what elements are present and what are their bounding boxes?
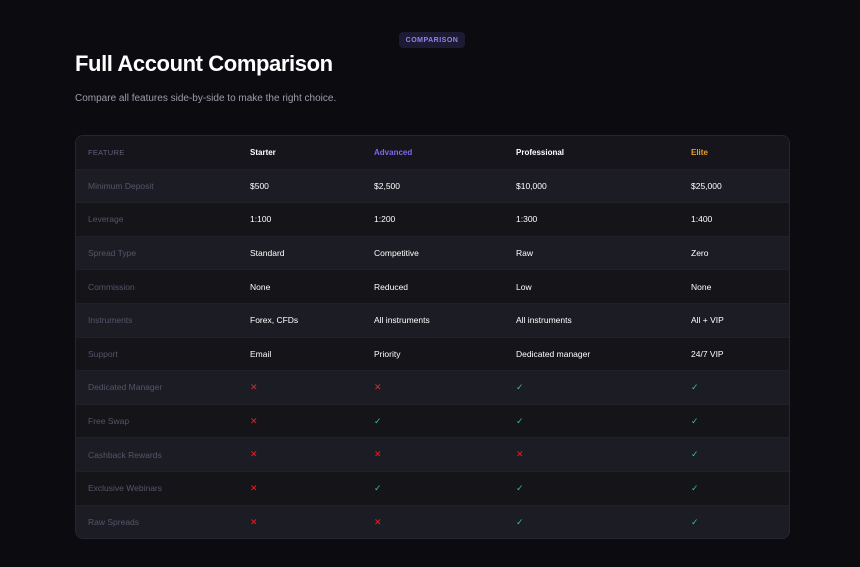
feature-label: Support <box>88 348 118 359</box>
cross-icon: ✕ <box>250 415 258 426</box>
table-row: Spread Type Standard Competitive Raw Zero <box>76 236 789 271</box>
table-row: Exclusive Webinars ✕ ✓ ✓ ✓ <box>76 472 789 506</box>
value-cell: Email <box>250 348 272 359</box>
page-title: Full Account Comparison <box>75 51 333 76</box>
value-cell: ✓ <box>374 483 516 494</box>
value-cell: ✓ <box>691 416 789 427</box>
header-elite: Elite <box>691 147 708 157</box>
value-cell: ✕ <box>250 517 374 528</box>
value-cell: Low <box>516 281 532 292</box>
check-icon: ✓ <box>691 482 699 493</box>
header-professional: Professional <box>516 147 565 157</box>
feature-label: Free Swap <box>88 416 130 427</box>
check-icon: ✓ <box>691 381 699 392</box>
value-cell: ✓ <box>516 517 691 528</box>
header-feature: FEATURE <box>88 147 125 157</box>
check-icon: ✓ <box>691 415 699 426</box>
comparison-table: FEATURE Starter Advanced Professional El… <box>75 135 790 539</box>
value-cell: Standard <box>250 248 285 259</box>
page-subtitle: Compare all features side-by-side to mak… <box>75 93 337 104</box>
table-row: Free Swap ✕ ✓ ✓ ✓ <box>76 405 789 439</box>
value-cell: ✓ <box>691 382 789 393</box>
cross-icon: ✕ <box>374 449 382 460</box>
table-row: Support Email Priority Dedicated manager 24/… <box>76 338 789 372</box>
value-cell: ✕ <box>250 449 374 460</box>
table-header-row: FEATURE Starter Advanced Professional El… <box>76 136 789 170</box>
table-body: Minimum Deposit $500 $2,500 $10,000 $25,000 L… <box>76 169 789 538</box>
table-row: Commission None Reduced Low None <box>76 270 789 304</box>
value-cell: 1:400 <box>691 214 713 225</box>
table-row: Minimum Deposit $500 $2,500 $10,000 $25,000 <box>76 169 789 204</box>
value-cell: Dedicated manager <box>516 348 591 359</box>
comparison-section: COMPARISON Full Account Comparison Compa… <box>0 0 860 567</box>
value-cell: Forex, CFDs <box>250 315 299 326</box>
feature-label: Spread Type <box>88 248 137 259</box>
value-cell: ✕ <box>516 449 691 460</box>
value-cell: $500 <box>250 180 269 191</box>
check-icon: ✓ <box>691 449 699 460</box>
table-row: Raw Spreads ✕ ✕ ✓ ✓ <box>76 505 789 538</box>
value-cell: All + VIP <box>691 315 724 326</box>
value-cell: ✓ <box>691 517 789 528</box>
check-icon: ✓ <box>374 482 382 493</box>
value-cell: ✓ <box>516 416 691 427</box>
table-row: Cashback Rewards ✕ ✕ ✕ ✓ <box>76 438 789 472</box>
feature-label: Instruments <box>88 315 133 326</box>
check-icon: ✓ <box>516 381 524 392</box>
value-cell: ✕ <box>374 517 516 528</box>
check-icon: ✓ <box>374 415 382 426</box>
cross-icon: ✕ <box>374 516 382 527</box>
check-icon: ✓ <box>691 516 699 527</box>
section-badge: COMPARISON <box>399 32 465 48</box>
value-cell: Competitive <box>374 248 419 259</box>
value-cell: Priority <box>374 348 401 359</box>
value-cell: ✕ <box>250 416 374 427</box>
cross-icon: ✕ <box>250 482 258 493</box>
value-cell: ✓ <box>691 483 789 494</box>
value-cell: 1:300 <box>516 214 538 225</box>
feature-label: Raw Spreads <box>88 517 140 528</box>
table-row: Dedicated Manager ✕ ✕ ✓ ✓ <box>76 371 789 405</box>
table-row: Instruments Forex, CFDs All instruments All… <box>76 303 789 338</box>
value-cell: All instruments <box>516 315 572 326</box>
feature-label: Minimum Deposit <box>88 180 154 191</box>
feature-label: Exclusive Webinars <box>88 483 163 494</box>
cross-icon: ✕ <box>516 449 524 460</box>
check-icon: ✓ <box>516 516 524 527</box>
value-cell: ✕ <box>250 382 374 393</box>
value-cell: $25,000 <box>691 180 722 191</box>
value-cell: $2,500 <box>374 180 400 191</box>
cross-icon: ✕ <box>250 381 258 392</box>
feature-label: Cashback Rewards <box>88 449 162 460</box>
value-cell: 24/7 VIP <box>691 348 724 359</box>
header-advanced: Advanced <box>374 147 413 157</box>
cross-icon: ✕ <box>250 449 258 460</box>
value-cell: ✕ <box>374 382 516 393</box>
value-cell: ✓ <box>374 416 516 427</box>
feature-label: Commission <box>88 281 135 292</box>
value-cell: None <box>250 281 271 292</box>
feature-label: Dedicated Manager <box>88 382 163 393</box>
check-icon: ✓ <box>516 415 524 426</box>
value-cell: ✓ <box>691 449 789 460</box>
value-cell: ✕ <box>250 483 374 494</box>
value-cell: ✓ <box>516 483 691 494</box>
check-icon: ✓ <box>516 482 524 493</box>
value-cell: All instruments <box>374 315 430 326</box>
cross-icon: ✕ <box>374 381 382 392</box>
value-cell: 1:100 <box>250 214 272 225</box>
value-cell: None <box>691 281 712 292</box>
value-cell: ✕ <box>374 449 516 460</box>
value-cell: 1:200 <box>374 214 396 225</box>
header-starter: Starter <box>250 147 276 157</box>
table-row: Leverage 1:100 1:200 1:300 1:400 <box>76 203 789 237</box>
value-cell: ✓ <box>516 382 691 393</box>
value-cell: Zero <box>691 248 709 259</box>
feature-label: Leverage <box>88 214 124 225</box>
cross-icon: ✕ <box>250 516 258 527</box>
value-cell: $10,000 <box>516 180 547 191</box>
value-cell: Reduced <box>374 281 409 292</box>
value-cell: Raw <box>516 248 534 259</box>
